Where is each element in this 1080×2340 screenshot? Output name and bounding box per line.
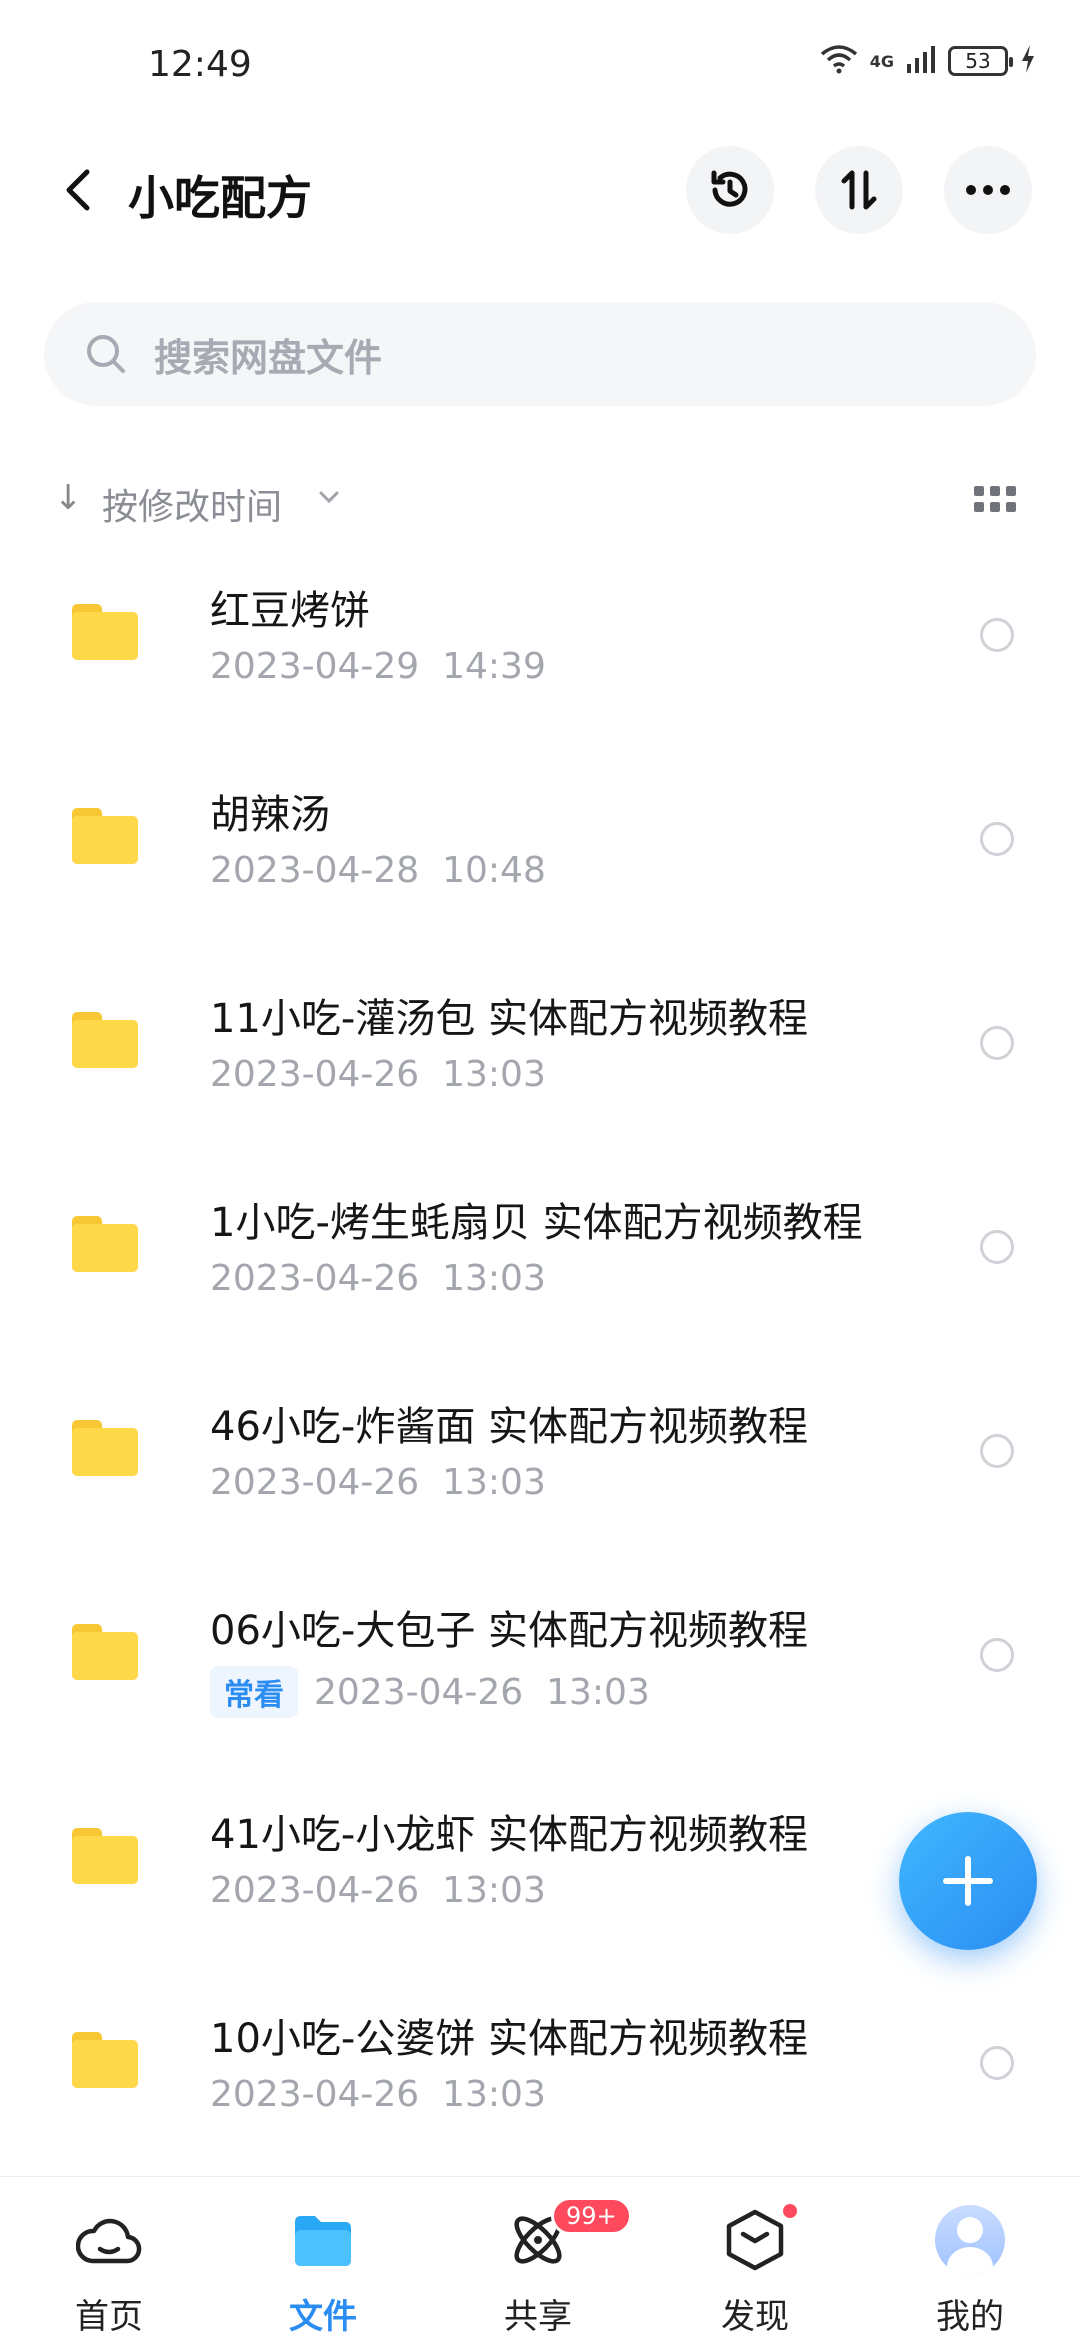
history-icon [711,170,748,207]
select-checkbox[interactable] [980,822,1014,856]
header: 小吃配方 [0,140,1080,240]
file-name: 46小吃-炸酱面 实体配方视频教程 [210,1404,809,1450]
avatar [935,2205,1005,2275]
select-checkbox[interactable] [980,2046,1014,2080]
file-date: 2023-04-26 13:03 [210,1258,546,1299]
nav-mine[interactable]: 我的 [895,2177,1045,2340]
list-item[interactable]: 胡辣汤 2023-04-28 10:48 [0,764,1080,968]
folder-icon [72,2032,138,2088]
folder-icon [72,1828,138,1884]
sort-bar: ↓ 按修改时间 [0,470,1080,530]
status-bar: 12:49 4G 53 [0,0,1080,120]
avatar-icon [935,2205,1005,2275]
status-time: 12:49 [148,44,252,85]
list-item[interactable]: 46小吃-炸酱面 实体配方视频教程 2023-04-26 13:03 [0,1376,1080,1580]
file-date: 2023-04-29 14:39 [210,646,546,687]
nav-discover-label: 发现 [721,2297,789,2337]
back-button[interactable] [48,160,108,220]
file-meta: 2023-04-26 13:03 [210,1462,546,1503]
nav-home-label: 首页 [75,2297,143,2337]
chevron-down-icon[interactable] [318,482,340,510]
folder-icon [72,1624,138,1680]
status-icons: 4G 53 [820,44,1036,78]
nav-share-label: 共享 [504,2297,572,2337]
file-meta: 常看 2023-04-26 13:03 [210,1666,650,1718]
folder-tab-icon [288,2205,358,2275]
nav-share[interactable]: 99+ 共享 [463,2177,632,2340]
frequent-tag-badge: 常看 [210,1666,298,1718]
network-type-label: 4G [869,51,894,71]
page-title: 小吃配方 [128,171,312,225]
atom-icon: 99+ [503,2197,632,2275]
add-button[interactable] [899,1812,1037,1950]
file-meta: 2023-04-26 13:03 [210,2074,546,2115]
file-name: 41小吃-小龙虾 实体配方视频教程 [210,1812,809,1858]
file-date: 2023-04-26 13:03 [210,1870,546,1911]
charging-icon [1020,44,1036,78]
list-item[interactable]: 1小吃-烤生蚝扇贝 实体配方视频教程 2023-04-26 13:03 [0,1172,1080,1376]
file-name: 红豆烤饼 [210,588,370,634]
transfer-arrows-icon [841,170,877,210]
search-input[interactable]: 搜索网盘文件 [44,302,1036,406]
file-meta: 2023-04-29 14:39 [210,646,546,687]
file-meta: 2023-04-26 13:03 [210,1054,546,1095]
history-button[interactable] [686,146,774,234]
file-name: 11小吃-灌汤包 实体配方视频教程 [210,996,809,1042]
file-list: 红豆烤饼 2023-04-29 14:39 胡辣汤 2023-04-28 10:… [0,560,1080,2192]
file-date: 2023-04-26 13:03 [210,1462,546,1503]
file-name: 10小吃-公婆饼 实体配方视频教程 [210,2016,809,2062]
wifi-icon [820,44,858,78]
cube-icon [720,2201,800,2275]
file-meta: 2023-04-26 13:03 [210,1258,546,1299]
file-name: 06小吃-大包子 实体配方视频教程 [210,1608,809,1654]
cloud-icon [74,2205,144,2275]
back-arrow-icon [66,169,90,211]
file-date: 2023-04-28 10:48 [210,850,546,891]
file-meta: 2023-04-28 10:48 [210,850,546,891]
select-checkbox[interactable] [980,1026,1014,1060]
list-item[interactable]: 11小吃-灌汤包 实体配方视频教程 2023-04-26 13:03 [0,968,1080,1172]
battery-indicator: 53 [948,46,1013,76]
file-meta: 2023-04-26 13:03 [210,1870,546,1911]
search-placeholder: 搜索网盘文件 [154,335,383,380]
file-date: 2023-04-26 13:03 [210,1054,546,1095]
share-count-badge: 99+ [551,2197,632,2235]
plus-icon [943,1856,993,1906]
list-item[interactable]: 红豆烤饼 2023-04-29 14:39 [0,560,1080,764]
search-icon [84,332,128,376]
select-checkbox[interactable] [980,1638,1014,1672]
folder-icon [72,1012,138,1068]
sort-label[interactable]: 按修改时间 [102,478,282,530]
folder-icon [72,1216,138,1272]
folder-icon [72,1420,138,1476]
nav-mine-label: 我的 [936,2297,1004,2337]
folder-icon [72,808,138,864]
nav-files-label: 文件 [289,2297,357,2337]
list-item[interactable]: 10小吃-公婆饼 实体配方视频教程 2023-04-26 13:03 [0,1988,1080,2192]
select-checkbox[interactable] [980,1230,1014,1264]
file-name: 胡辣汤 [210,792,330,838]
sort-direction-icon[interactable]: ↓ [54,478,83,518]
grid-view-icon[interactable] [974,486,1016,516]
file-date: 2023-04-26 13:03 [210,2074,546,2115]
bottom-nav: 首页 文件 99+ 共享 发现 我的 [0,2176,1080,2340]
file-name: 1小吃-烤生蚝扇贝 实体配方视频教程 [210,1200,863,1246]
nav-discover[interactable]: 发现 [680,2177,830,2340]
select-checkbox[interactable] [980,618,1014,652]
list-item[interactable]: 06小吃-大包子 实体配方视频教程 常看 2023-04-26 13:03 [0,1580,1080,1784]
nav-files[interactable]: 文件 [248,2177,398,2340]
notification-dot [780,2201,800,2221]
transfer-button[interactable] [815,146,903,234]
battery-level: 53 [965,49,991,73]
more-dots-icon [966,185,1010,195]
more-button[interactable] [944,146,1032,234]
nav-home[interactable]: 首页 [34,2177,184,2340]
file-date: 2023-04-26 13:03 [314,1671,650,1713]
signal-icon [906,44,936,78]
select-checkbox[interactable] [980,1434,1014,1468]
folder-icon [72,604,138,660]
